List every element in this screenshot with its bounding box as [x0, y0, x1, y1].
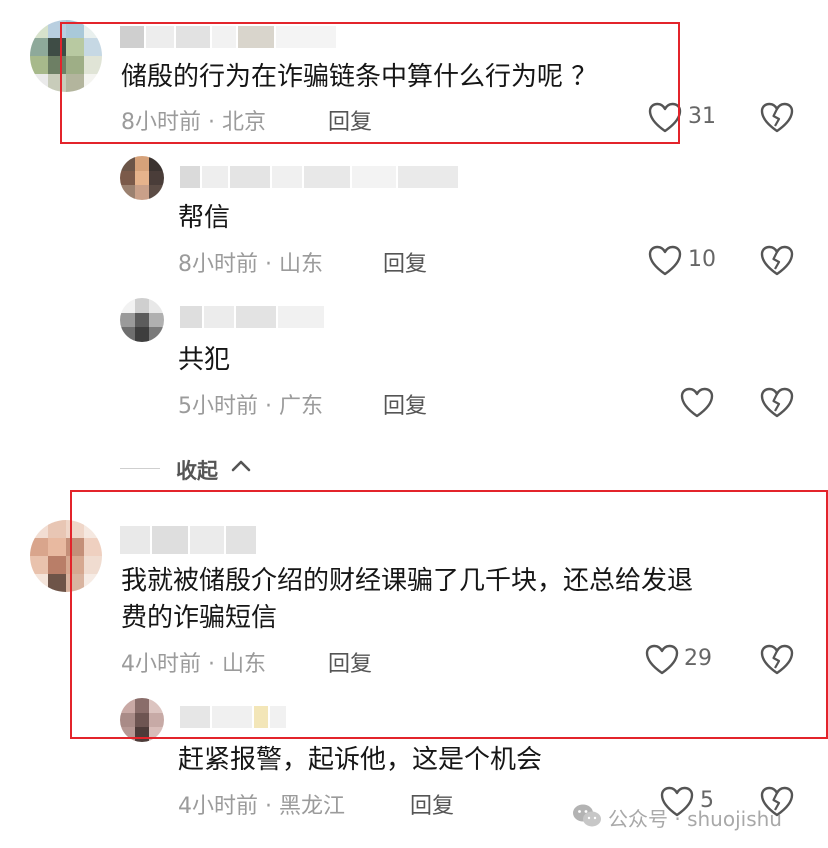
reply-meta: 5小时前 · 广东 [178, 394, 323, 419]
reply-text: 帮信 [178, 203, 231, 233]
broken-heart-icon[interactable] [760, 387, 794, 419]
username-blurred[interactable] [180, 306, 324, 328]
chevron-up-icon[interactable] [230, 458, 252, 474]
avatar[interactable] [120, 156, 164, 200]
collapse-replies-button[interactable]: 收起 [176, 455, 218, 485]
reply-text: 共犯 [178, 345, 231, 375]
like-count: 31 [688, 104, 716, 129]
reply-text: 赶紧报警，起诉他，这是个机会 [178, 745, 543, 775]
wechat-icon [572, 803, 602, 829]
divider [120, 468, 160, 469]
username-blurred[interactable] [180, 166, 458, 188]
reply-button[interactable]: 回复 [383, 246, 427, 278]
like-count: 10 [688, 247, 716, 272]
watermark-text: 公众号 · shuojishu [608, 807, 782, 831]
highlight-box [60, 22, 680, 144]
reply-button[interactable]: 回复 [410, 788, 454, 820]
heart-outline-icon[interactable] [648, 245, 682, 277]
avatar[interactable] [120, 298, 164, 342]
broken-heart-icon[interactable] [760, 102, 794, 134]
reply-meta: 4小时前 · 黑龙江 [178, 794, 345, 819]
highlight-box [70, 490, 828, 739]
reply-meta: 8小时前 · 山东 [178, 252, 323, 277]
broken-heart-icon[interactable] [760, 245, 794, 277]
heart-outline-icon[interactable] [680, 387, 714, 419]
reply-button[interactable]: 回复 [383, 388, 427, 420]
